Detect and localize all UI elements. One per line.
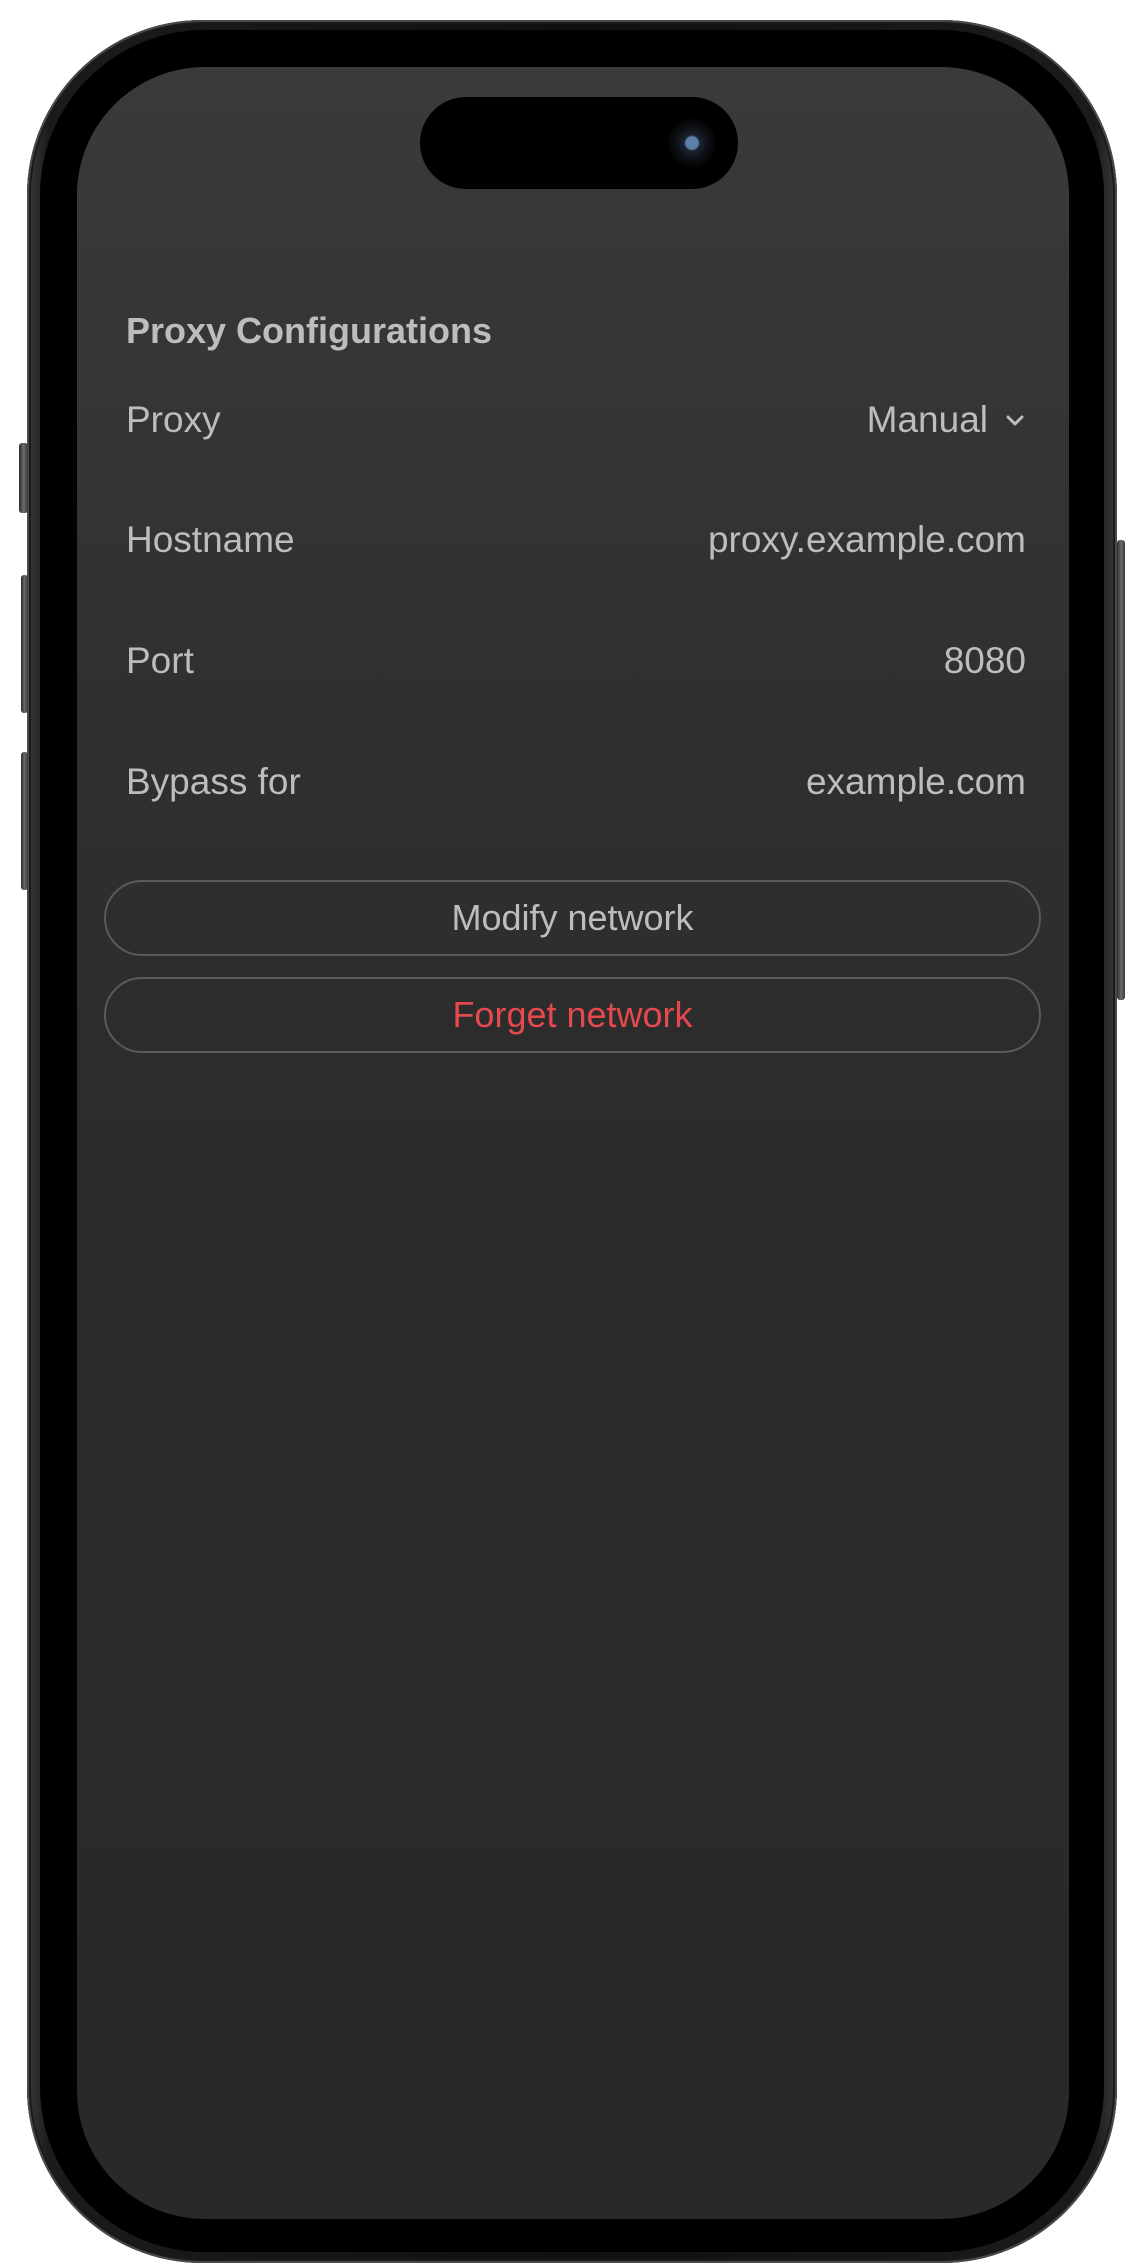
proxy-label: Proxy bbox=[126, 399, 221, 440]
port-label: Port bbox=[126, 640, 194, 681]
proxy-dropdown[interactable]: Manual bbox=[867, 399, 1026, 441]
volume-down-button bbox=[21, 752, 28, 890]
hostname-label: Hostname bbox=[126, 519, 295, 560]
bypass-row[interactable]: Bypass for example.com bbox=[126, 752, 1026, 812]
bypass-value[interactable]: example.com bbox=[806, 761, 1026, 803]
dynamic-island bbox=[420, 97, 738, 189]
bypass-label: Bypass for bbox=[126, 761, 301, 802]
mute-switch bbox=[19, 443, 28, 513]
hostname-value[interactable]: proxy.example.com bbox=[708, 519, 1026, 561]
hostname-row[interactable]: Hostname proxy.example.com bbox=[126, 510, 1026, 570]
port-value[interactable]: 8080 bbox=[944, 640, 1026, 682]
screen: Proxy Configurations Proxy Manual Hostna… bbox=[77, 67, 1069, 2219]
chevron-down-icon bbox=[1006, 415, 1024, 426]
port-row[interactable]: Port 8080 bbox=[126, 631, 1026, 691]
power-button bbox=[1117, 540, 1125, 1000]
modify-network-button[interactable]: Modify network bbox=[104, 880, 1041, 956]
camera-icon bbox=[668, 119, 716, 167]
proxy-value: Manual bbox=[866, 399, 988, 440]
forget-network-button[interactable]: Forget network bbox=[104, 977, 1041, 1053]
section-title: Proxy Configurations bbox=[126, 310, 493, 351]
proxy-row[interactable]: Proxy Manual bbox=[126, 390, 1026, 450]
volume-up-button bbox=[21, 575, 28, 713]
